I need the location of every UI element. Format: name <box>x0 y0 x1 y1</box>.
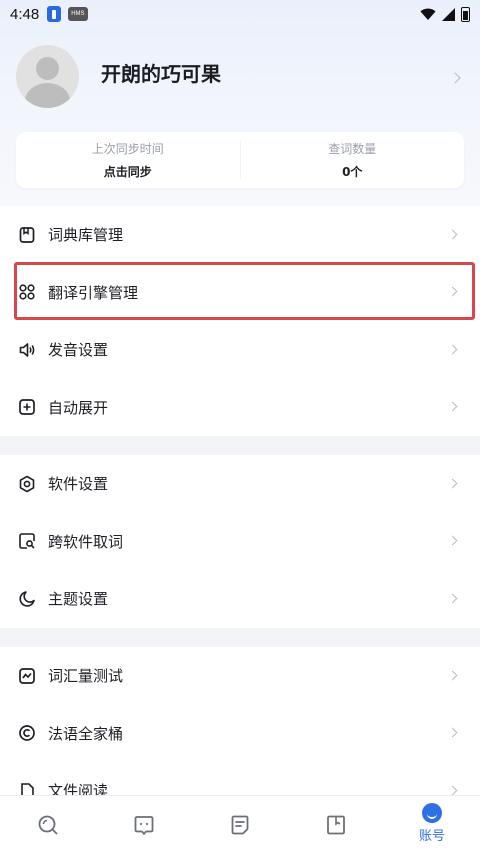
trend-box-icon <box>19 667 35 684</box>
sync-time-label: 上次同步时间 <box>91 142 164 156</box>
chevron-right-icon <box>447 785 458 795</box>
status-time: 4:48 <box>10 5 40 23</box>
speaker-icon <box>19 342 35 357</box>
account-icon <box>422 803 442 823</box>
menu-item-french-bundle[interactable]: 法语全家桶 <box>0 705 480 763</box>
nav-tab-search[interactable] <box>0 796 96 853</box>
chevron-right-icon <box>447 344 458 355</box>
sync-stat[interactable]: 上次同步时间 点击同步 <box>16 132 240 188</box>
menu-item-dictionary-library[interactable]: 词典库管理 <box>0 206 480 264</box>
menu-item-auto-expand[interactable]: 自动展开 <box>0 379 480 437</box>
avatar[interactable] <box>16 45 79 108</box>
menu-section-1: 词典库管理 翻译引擎管理 发音设置 自动展开 <box>0 206 480 436</box>
menu-label: 文件阅读 <box>48 782 109 795</box>
chevron-right-icon <box>447 286 458 297</box>
menu-item-vocab-test[interactable]: 词汇量测试 <box>0 647 480 705</box>
username: 开朗的巧可果 <box>101 62 221 86</box>
file-icon <box>21 782 34 795</box>
target-c-icon <box>19 725 35 742</box>
nav-tab-account[interactable]: 账号 <box>384 796 480 853</box>
lookup-count-label: 查词数量 <box>328 142 377 156</box>
menu-item-translation-engine[interactable]: 翻译引擎管理 <box>0 264 480 322</box>
menu-item-pronunciation[interactable]: 发音设置 <box>0 321 480 379</box>
grid-apps-icon <box>19 284 35 300</box>
search-icon <box>38 815 58 834</box>
menu-label: 软件设置 <box>48 475 109 494</box>
menu-section-3: 词汇量测试 法语全家桶 文件阅读 <box>0 647 480 795</box>
menu-label: 翻译引擎管理 <box>48 283 139 302</box>
menu-item-theme-settings[interactable]: 主题设置 <box>0 570 480 628</box>
nav-label-account: 账号 <box>418 829 445 844</box>
profile-header[interactable]: 开朗的巧可果 <box>0 40 480 120</box>
nav-tab-chat[interactable] <box>96 796 192 853</box>
chevron-right-icon <box>449 72 461 84</box>
app-notification-icon <box>47 6 62 22</box>
plus-box-icon <box>19 399 35 416</box>
status-bar: 4:48 HMS <box>0 0 480 28</box>
menu-label: 跨软件取词 <box>48 532 124 551</box>
chevron-right-icon <box>447 727 458 738</box>
hms-icon: HMS <box>68 7 88 21</box>
nav-tab-wordbook[interactable] <box>288 796 384 853</box>
menu-label: 发音设置 <box>48 341 109 360</box>
chevron-right-icon <box>447 401 458 412</box>
menu-label: 法语全家桶 <box>48 724 124 743</box>
lookup-count-stat: 查词数量 0个 <box>241 132 465 188</box>
menu-item-file-reading[interactable]: 文件阅读 <box>0 762 480 795</box>
chevron-right-icon <box>447 229 458 240</box>
wifi-icon <box>420 8 436 20</box>
stats-card: 上次同步时间 点击同步 查词数量 0个 <box>16 132 464 188</box>
lookup-count-value: 0个 <box>342 165 363 179</box>
battery-icon <box>461 6 470 22</box>
menu-item-cross-app-lookup[interactable]: 跨软件取词 <box>0 513 480 571</box>
book-box-icon <box>19 226 35 243</box>
nav-tab-notes[interactable] <box>192 796 288 853</box>
menu-section-2: 软件设置 跨软件取词 主题设置 <box>0 455 480 628</box>
hexagon-gear-icon <box>19 475 35 493</box>
search-doc-icon <box>19 533 35 550</box>
menu-label: 自动展开 <box>48 398 109 417</box>
menu-label: 词典库管理 <box>48 226 124 245</box>
notes-icon <box>231 815 249 834</box>
moon-icon <box>19 590 35 607</box>
chevron-right-icon <box>447 535 458 546</box>
menu-item-software-settings[interactable]: 软件设置 <box>0 455 480 513</box>
chat-face-icon <box>134 815 154 835</box>
chevron-right-icon <box>447 593 458 604</box>
bottom-nav: 账号 <box>0 795 480 853</box>
sync-now-value: 点击同步 <box>103 165 152 179</box>
chevron-right-icon <box>447 670 458 681</box>
signal-icon <box>442 7 455 21</box>
chevron-right-icon <box>447 478 458 489</box>
menu-label: 主题设置 <box>48 590 109 609</box>
book-open-icon <box>327 815 345 834</box>
menu-label: 词汇量测试 <box>48 667 124 686</box>
